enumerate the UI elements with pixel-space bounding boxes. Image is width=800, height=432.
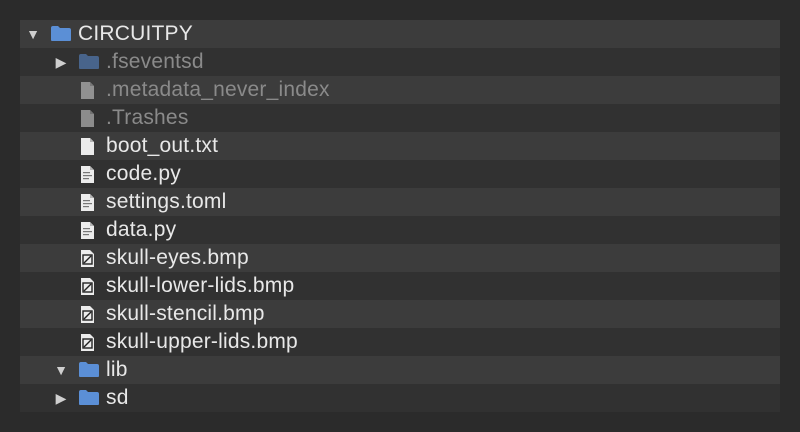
text-file-icon — [81, 138, 94, 155]
tree-item-label: skull-upper-lids.bmp — [106, 330, 298, 353]
tree-row-sd[interactable]: ▶ sd — [20, 384, 780, 412]
expand-down-icon[interactable]: ▼ — [26, 20, 40, 48]
tree-item-label: sd — [106, 386, 129, 409]
tree-item-label: code.py — [106, 162, 181, 185]
tree-item-label: skull-eyes.bmp — [106, 246, 249, 269]
image-file-icon — [81, 278, 94, 295]
tree-item-label: settings.toml — [106, 190, 227, 213]
tree-row-fseventsd[interactable]: ▶ .fseventsd — [20, 48, 780, 76]
folder-icon — [79, 54, 99, 69]
tree-item-label: boot_out.txt — [106, 134, 219, 157]
tree-row-trashes[interactable]: .Trashes — [20, 104, 780, 132]
image-file-icon — [81, 306, 94, 323]
tree-row-data-py[interactable]: data.py — [20, 216, 780, 244]
tree-row-skull-upper-lids-bmp[interactable]: skull-upper-lids.bmp — [20, 328, 780, 356]
script-file-icon — [81, 166, 94, 183]
tree-item-label: .metadata_never_index — [106, 78, 330, 101]
expand-down-icon[interactable]: ▼ — [54, 356, 68, 384]
file-icon — [81, 82, 94, 99]
folder-icon — [79, 390, 99, 405]
tree-item-label: .Trashes — [106, 106, 189, 129]
image-file-icon — [81, 334, 94, 351]
expand-right-icon[interactable]: ▶ — [54, 384, 68, 412]
tree-row-skull-eyes-bmp[interactable]: skull-eyes.bmp — [20, 244, 780, 272]
tree-item-label: CIRCUITPY — [78, 22, 193, 45]
tree-row-skull-lower-lids-bmp[interactable]: skull-lower-lids.bmp — [20, 272, 780, 300]
tree-item-label: skull-lower-lids.bmp — [106, 274, 295, 297]
tree-row-skull-stencil-bmp[interactable]: skull-stencil.bmp — [20, 300, 780, 328]
tree-row-code-py[interactable]: code.py — [20, 160, 780, 188]
expand-right-icon[interactable]: ▶ — [54, 48, 68, 76]
tree-item-label: lib — [106, 358, 128, 381]
tree-row-settings-toml[interactable]: settings.toml — [20, 188, 780, 216]
tree-row-metadata-never-index[interactable]: .metadata_never_index — [20, 76, 780, 104]
tree-item-label: .fseventsd — [106, 50, 204, 73]
image-file-icon — [81, 250, 94, 267]
tree-row-circuitpy[interactable]: ▼ CIRCUITPY — [20, 20, 780, 48]
file-icon — [81, 110, 94, 127]
folder-icon — [79, 362, 99, 377]
tree-item-label: skull-stencil.bmp — [106, 302, 265, 325]
folder-icon — [51, 26, 71, 41]
file-tree: ▼ CIRCUITPY ▶ .fseventsd .metadata_never… — [20, 20, 780, 412]
tree-row-boot-out-txt[interactable]: boot_out.txt — [20, 132, 780, 160]
script-file-icon — [81, 194, 94, 211]
script-file-icon — [81, 222, 94, 239]
tree-row-lib[interactable]: ▼ lib — [20, 356, 780, 384]
tree-item-label: data.py — [106, 218, 177, 241]
